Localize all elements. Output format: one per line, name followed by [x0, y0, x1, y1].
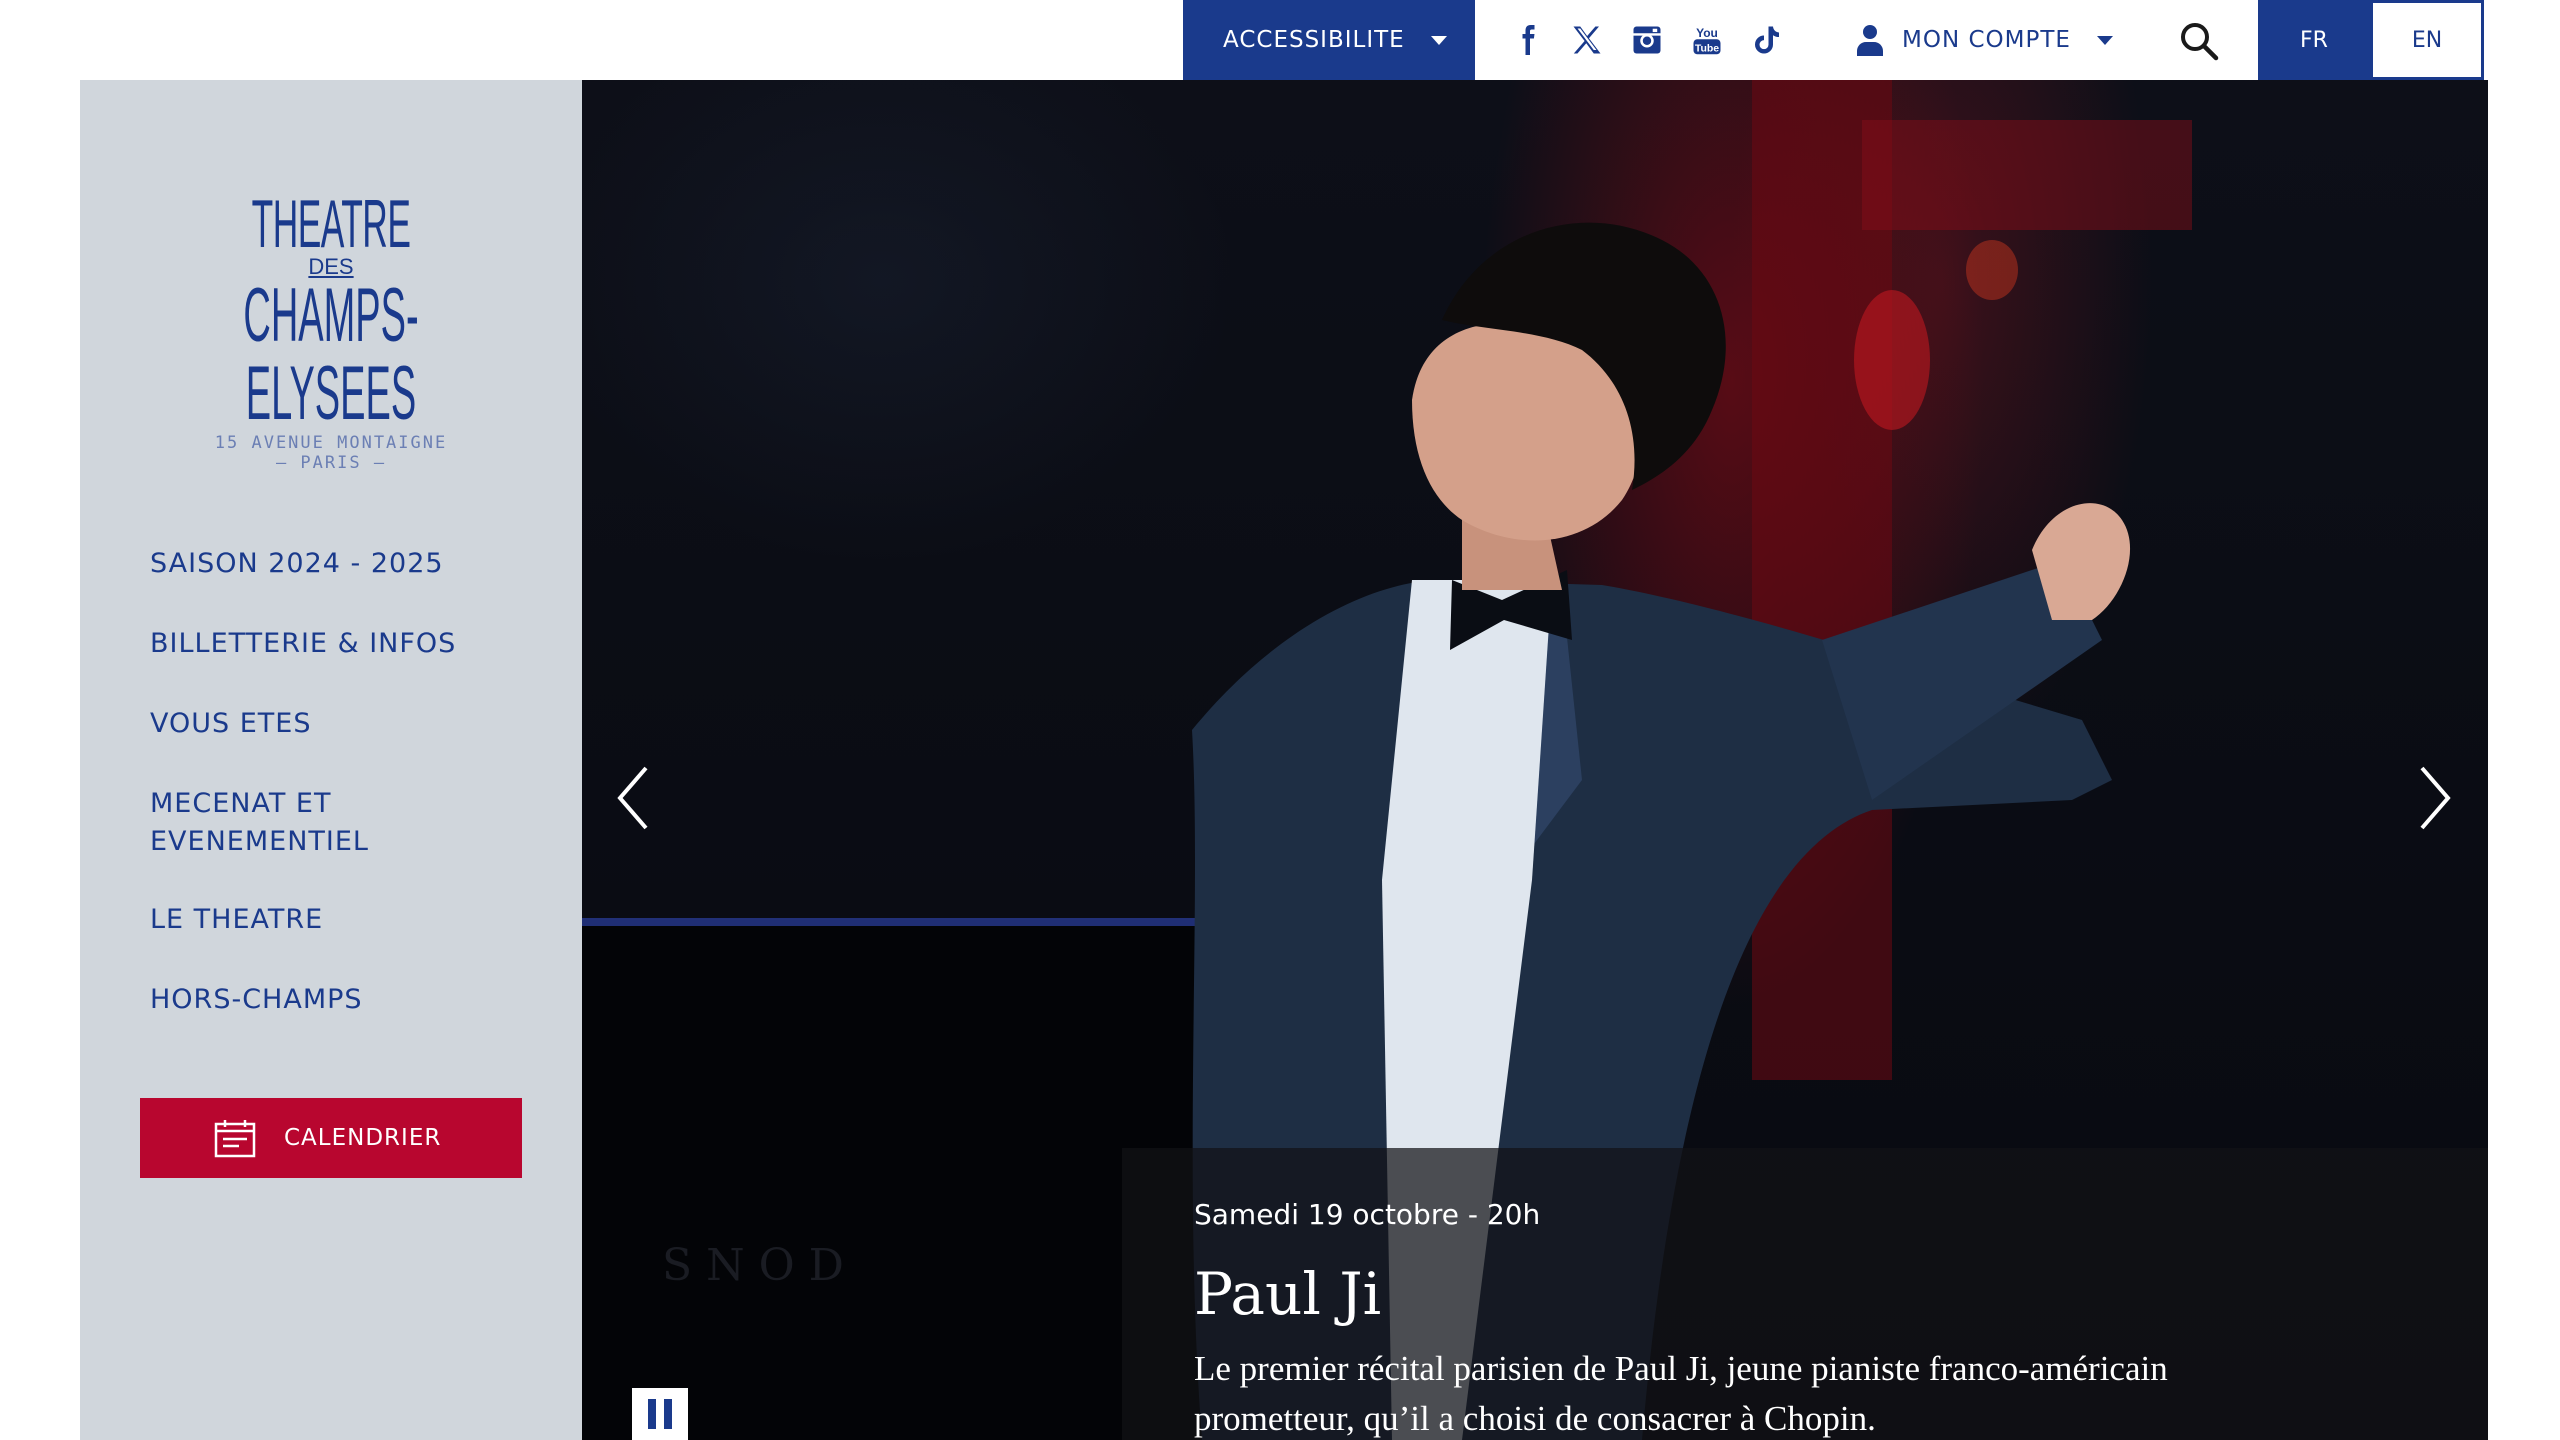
carousel-prev-button[interactable] [610, 758, 660, 838]
main-nav: SAISON 2024 - 2025 BILLETTERIE & INFOS V… [150, 545, 570, 1061]
chevron-down-icon [2096, 35, 2113, 45]
nav-item-le-theatre[interactable]: LE THEATRE [150, 901, 570, 939]
x-icon[interactable] [1568, 21, 1606, 59]
event-description: Le premier récital parisien de Paul Ji, … [1194, 1349, 2168, 1438]
carousel-next-button[interactable] [2408, 758, 2458, 838]
youtube-icon[interactable]: You Tube [1688, 21, 1726, 59]
top-bar: ACCESSIBILITE You Tube MON COMPTE FR EN [0, 0, 2560, 80]
nav-item-mecenat[interactable]: MECENAT ET EVENEMENTIEL [150, 785, 400, 861]
nav-item-billetterie[interactable]: BILLETTERIE & INFOS [150, 625, 570, 663]
nav-item-saison[interactable]: SAISON 2024 - 2025 [150, 545, 570, 583]
event-title[interactable]: Paul Ji [1194, 1260, 1381, 1328]
my-account-button[interactable]: MON COMPTE [1856, 0, 2113, 80]
language-fr-button[interactable]: FR [2258, 0, 2370, 80]
site-logo[interactable]: THEATRE DES CHAMPS-ELYSEES 15 AVENUE MON… [80, 188, 582, 473]
language-en-button[interactable]: EN [2370, 0, 2484, 80]
accessibility-label: ACCESSIBILITE [1223, 27, 1405, 53]
sidebar: THEATRE DES CHAMPS-ELYSEES 15 AVENUE MON… [80, 80, 582, 1440]
calendar-label: CALENDRIER [284, 1125, 442, 1151]
accessibility-menu-button[interactable]: ACCESSIBILITE [1183, 0, 1475, 80]
carousel-pause-button[interactable] [632, 1388, 688, 1440]
svg-text:S N O D: S N O D [662, 1240, 844, 1291]
logo-address: 15 AVENUE MONTAIGNE [214, 433, 448, 453]
instagram-icon[interactable] [1628, 21, 1666, 59]
tiktok-icon[interactable] [1748, 21, 1786, 59]
event-caption[interactable]: Samedi 19 octobre - 20h Paul Ji Le premi… [1122, 1148, 2488, 1440]
nav-item-hors-champs[interactable]: HORS-CHAMPS [150, 981, 570, 1019]
facebook-icon[interactable] [1508, 21, 1546, 59]
chevron-down-icon [1430, 35, 1447, 45]
svg-text:You: You [1696, 26, 1718, 40]
svg-text:Tube: Tube [1695, 42, 1719, 54]
logo-line-champs-elysees: CHAMPS-ELYSEES [243, 273, 419, 436]
logo-city: — PARIS — [275, 453, 387, 473]
logo-line-theatre: THEATRE [251, 186, 411, 262]
pause-icon [664, 1399, 672, 1429]
social-links: You Tube [1508, 0, 1786, 80]
calendar-icon [214, 1120, 256, 1158]
calendar-button[interactable]: CALENDRIER [140, 1098, 522, 1178]
nav-item-vous-etes[interactable]: VOUS ETES [150, 705, 570, 743]
account-label: MON COMPTE [1902, 27, 2071, 53]
pause-icon [648, 1399, 656, 1429]
event-date: Samedi 19 octobre - 20h [1194, 1198, 1541, 1231]
search-icon[interactable] [2178, 20, 2220, 62]
user-icon [1857, 25, 1883, 56]
hero-carousel: S N O D Samedi 19 octobre - 20h Paul Ji … [582, 80, 2488, 1440]
